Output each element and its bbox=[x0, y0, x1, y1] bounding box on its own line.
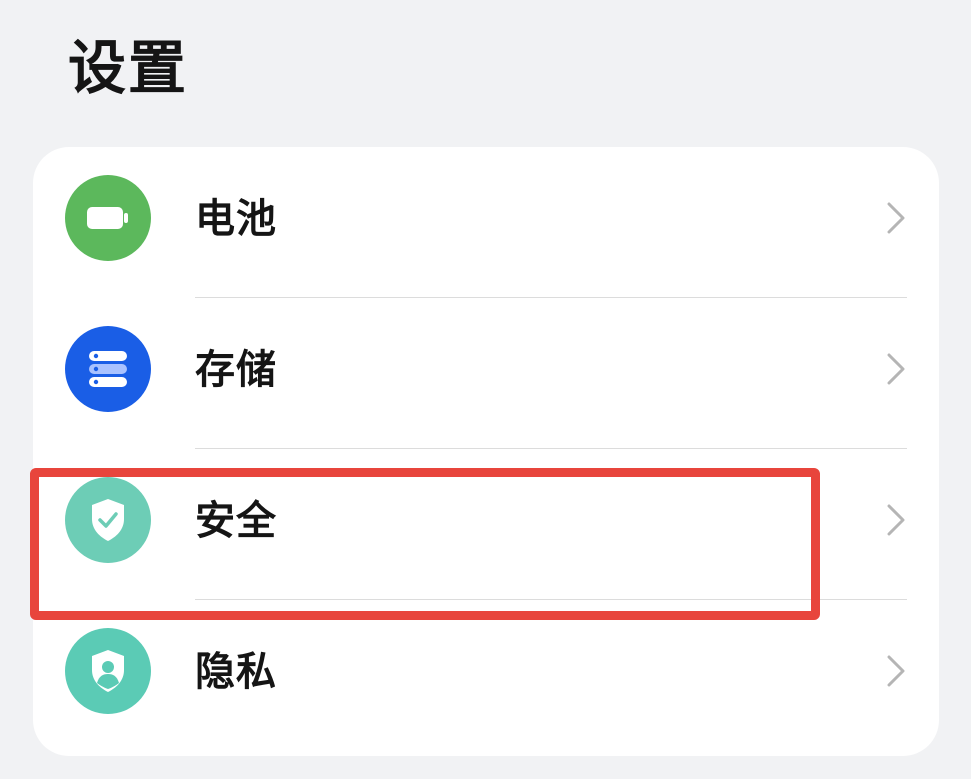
chevron-right-icon bbox=[887, 202, 905, 234]
settings-list: 电池 存储 安全 隐私 bbox=[33, 147, 939, 756]
settings-item-security[interactable]: 安全 bbox=[33, 449, 939, 600]
settings-item-label: 隐私 bbox=[195, 649, 277, 695]
settings-item-privacy[interactable]: 隐私 bbox=[33, 600, 939, 751]
battery-icon bbox=[65, 175, 151, 261]
privacy-shield-icon bbox=[65, 628, 151, 714]
settings-item-label: 电池 bbox=[195, 196, 277, 242]
settings-item-storage[interactable]: 存储 bbox=[33, 298, 939, 449]
settings-item-battery[interactable]: 电池 bbox=[33, 147, 939, 298]
storage-icon bbox=[65, 326, 151, 412]
page-title: 设置 bbox=[68, 34, 189, 102]
chevron-right-icon bbox=[887, 655, 905, 687]
settings-item-label: 存储 bbox=[195, 347, 277, 393]
settings-item-label: 安全 bbox=[195, 498, 277, 544]
chevron-right-icon bbox=[887, 353, 905, 385]
security-shield-icon bbox=[65, 477, 151, 563]
chevron-right-icon bbox=[887, 504, 905, 536]
